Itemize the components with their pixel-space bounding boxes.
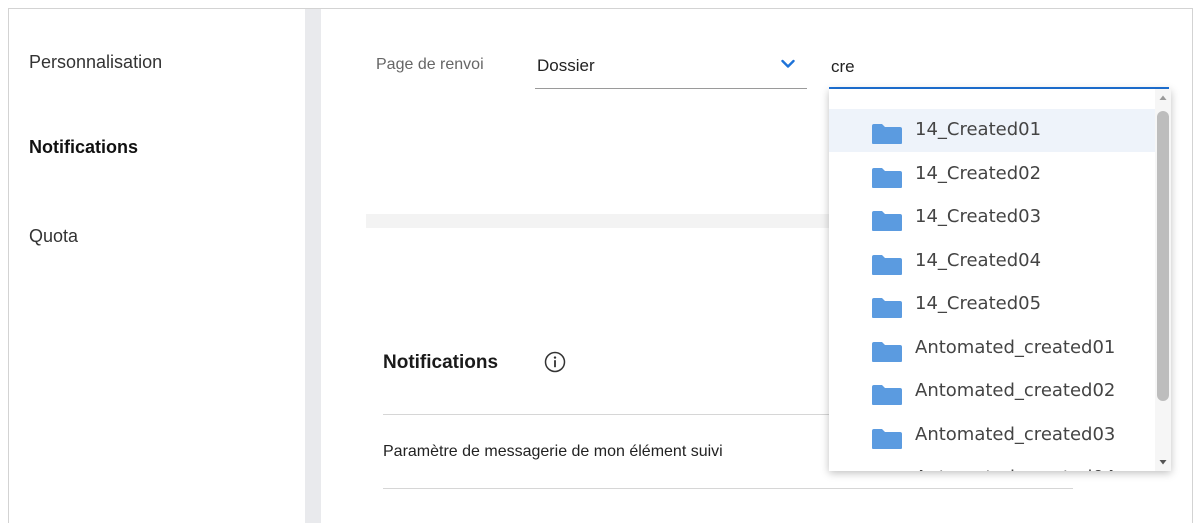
suggestion-list: 14_Created01 14_Created02 14_Created03 14_C… [829, 89, 1155, 471]
folder-suggestion-label: 14_Created04 [915, 249, 1042, 271]
folder-icon [872, 211, 902, 231]
folder-suggestion-item[interactable]: 14_Created04 [829, 240, 1155, 283]
folder-suggestion-label: 14_Created05 [915, 293, 1042, 314]
folder-suggestion-item[interactable]: Antomated_created04 [829, 457, 1155, 471]
folder-suggestion-item[interactable]: Antomated_created01 [829, 327, 1155, 370]
folder-icon [872, 428, 902, 449]
folder-suggestion-label: Antomated_created02 [915, 380, 1116, 401]
folder-suggestion-label: 14_Created01 [915, 119, 1042, 140]
folder-suggestions-dropdown[interactable]: 14_Created01 14_Created02 14_Created03 14_C… [829, 89, 1171, 471]
folder-suggestion-item[interactable]: 14_Created05 [829, 283, 1155, 326]
window-frame: Personnalisation Notifications Quota Pag… [8, 8, 1193, 523]
panel-divider [305, 9, 321, 523]
folder-icon [872, 298, 902, 318]
folder-suggestion-label: Antomated_created03 [915, 423, 1116, 445]
sidebar-item-notifications[interactable]: Notifications [29, 137, 138, 158]
followed-item-email-setting-label: Paramètre de messagerie de mon élément s… [383, 443, 723, 460]
redirect-page-label: Page de renvoi [376, 56, 484, 73]
folder-search-input[interactable] [829, 47, 1169, 89]
redirect-type-value: Dossier [537, 56, 595, 75]
info-icon[interactable] [543, 350, 567, 374]
redirect-type-select[interactable]: Dossier [535, 47, 807, 89]
chevron-down-icon [781, 59, 795, 68]
dropdown-scrollbar[interactable] [1155, 89, 1171, 471]
notifications-heading: Notifications [383, 352, 499, 373]
scroll-up-arrow-icon[interactable] [1159, 94, 1167, 102]
folder-suggestion-label: 14_Created02 [915, 162, 1042, 184]
sidebar: Personnalisation Notifications Quota [9, 9, 305, 523]
sidebar-item-personnalisation[interactable]: Personnalisation [29, 52, 162, 73]
scrollbar-thumb[interactable] [1157, 111, 1169, 401]
folder-suggestion-item[interactable]: 14_Created03 [829, 196, 1155, 239]
folder-icon [872, 254, 902, 275]
folder-icon [872, 385, 902, 405]
folder-suggestion-label: Antomated_created04 [915, 467, 1115, 471]
folder-suggestion-label: 14_Created03 [915, 206, 1042, 227]
folder-suggestion-item[interactable]: Antomated_created03 [829, 414, 1155, 457]
scroll-down-arrow-icon[interactable] [1159, 458, 1167, 466]
folder-icon [872, 341, 902, 362]
folder-suggestion-item[interactable]: 14_Created02 [829, 153, 1155, 196]
sidebar-item-quota[interactable]: Quota [29, 226, 78, 247]
folder-suggestion-item[interactable]: 14_Created01 [829, 109, 1155, 152]
section-separator [366, 214, 841, 228]
folder-icon [872, 124, 902, 144]
folder-suggestion-label: Antomated_created01 [915, 336, 1116, 358]
main-panel: Page de renvoi Dossier Notifications Par… [321, 9, 1192, 523]
folder-suggestion-item[interactable]: Antomated_created02 [829, 370, 1155, 413]
divider-line [383, 488, 1073, 489]
folder-icon [872, 167, 902, 188]
